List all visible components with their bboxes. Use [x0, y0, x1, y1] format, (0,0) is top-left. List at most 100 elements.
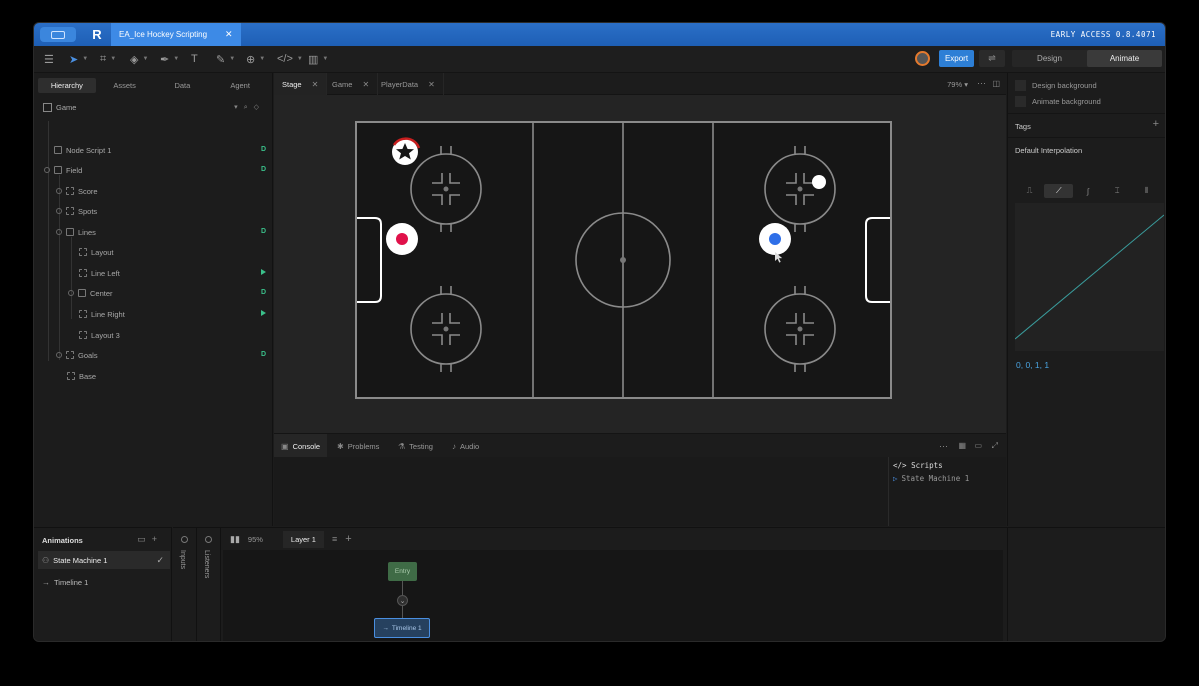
add-animation-icon[interactable]: + [152, 534, 163, 544]
share-icon[interactable]: ⇌ [979, 50, 1005, 67]
expand-toggle-icon[interactable] [56, 208, 62, 214]
layers-list-icon[interactable]: ≡ [332, 534, 337, 544]
tab-game[interactable]: Game ✕ [324, 73, 379, 95]
file-tab[interactable]: EA_Ice Hockey Scripting ✕ [111, 23, 241, 46]
hold-interpolation-icon[interactable]: ⎍ [1015, 184, 1044, 198]
close-icon[interactable]: ✕ [362, 80, 369, 89]
elastic-interpolation-icon[interactable]: ⌶ [1103, 184, 1132, 198]
user-avatar[interactable] [915, 51, 930, 66]
app-logo-icon[interactable]: R [89, 27, 105, 43]
tree-item[interactable]: Center [68, 286, 113, 300]
folder-icon[interactable]: ▭ [137, 534, 152, 544]
layout-tool-icon[interactable]: ▥ ▼ [308, 52, 328, 66]
tree-item[interactable]: Base [67, 369, 96, 383]
add-layer-icon[interactable]: + [345, 533, 351, 545]
tab-stage[interactable]: Stage ✕ [274, 73, 328, 95]
tree-item[interactable]: Layout [79, 245, 114, 259]
window-menu-button[interactable] [40, 27, 76, 42]
more-icon[interactable]: ⋯ [939, 441, 948, 452]
hierarchy-root[interactable]: Game ▾⌕◇ [43, 101, 265, 113]
hierarchy-panel: Hierarchy Assets Data Agent Game ▾⌕◇ Nod… [34, 73, 273, 526]
zoom-dropdown[interactable]: 79% ▾ [947, 80, 968, 89]
tree-item[interactable]: Goals [56, 348, 98, 362]
code-tool-icon[interactable]: </> ▼ [277, 52, 303, 66]
root-label: Game [56, 102, 77, 112]
tree-item-label: Line Left [91, 268, 120, 278]
expand-toggle-icon[interactable] [68, 290, 74, 296]
cubic-interpolation-icon[interactable]: ∫ [1073, 184, 1102, 198]
chevron-down-icon[interactable]: ▾ [234, 104, 244, 111]
console-output[interactable]: </> Scripts ▷ State Machine 1 [274, 457, 1006, 526]
expand-toggle-icon[interactable] [44, 167, 50, 173]
select-tool-icon[interactable]: ➤ ▼ [69, 52, 88, 66]
close-tab-icon[interactable]: ✕ [225, 29, 233, 40]
bone-tool-icon[interactable]: ✎ ▼ [216, 52, 235, 66]
animation-item[interactable]: → Timeline 1 [38, 573, 170, 591]
expand-toggle-icon[interactable] [56, 188, 62, 194]
scripts-item[interactable]: ▷ State Machine 1 [889, 474, 1006, 483]
linear-interpolation-icon[interactable]: ⟋ [1044, 184, 1074, 198]
color-swatch[interactable] [1015, 96, 1026, 107]
collapse-icon[interactable] [205, 536, 212, 543]
tree-item[interactable]: Field [44, 163, 82, 177]
close-icon[interactable]: ✕ [312, 80, 319, 89]
search-icon[interactable]: ⌕ [244, 104, 254, 111]
shape-tool-icon[interactable]: ◈ ▼ [130, 52, 148, 66]
design-mode-button[interactable]: Design [1012, 50, 1087, 67]
tab-audio[interactable]: ♪ Audio [445, 434, 486, 458]
listeners-strip[interactable]: Listeners [197, 527, 221, 641]
expand-icon[interactable]: ⤢ [992, 441, 998, 451]
add-tag-icon[interactable]: + [1153, 118, 1159, 130]
inputs-strip[interactable]: Inputs [173, 527, 197, 641]
tab-playerdata[interactable]: PlayerData ✕ [373, 73, 444, 95]
tab-hierarchy[interactable]: Hierarchy [38, 78, 96, 93]
state-graph-canvas[interactable]: Entry ⌄ → Timeline 1 [223, 550, 1003, 641]
frame-tool-icon[interactable]: ⌗ ▼ [100, 52, 116, 66]
tree-item[interactable]: Lines [56, 225, 96, 239]
tree-item[interactable]: Score [56, 184, 98, 198]
tree-item[interactable]: Line Right [79, 307, 125, 321]
design-background-row[interactable]: Design background [1015, 79, 1097, 92]
expand-toggle-icon[interactable] [56, 229, 62, 235]
pause-icon[interactable]: ▮▮ [230, 534, 240, 545]
text-tool-icon[interactable]: T [191, 52, 198, 66]
animate-background-row[interactable]: Animate background [1015, 95, 1101, 108]
export-button[interactable]: Export [939, 50, 974, 67]
more-icon[interactable]: ⋯ [977, 78, 986, 89]
console-icon: ▣ [281, 441, 289, 451]
animation-item[interactable]: ⚇ State Machine 1 ✓ [38, 551, 170, 569]
timeline-node[interactable]: → Timeline 1 [374, 618, 430, 638]
tab-testing[interactable]: ⚗ Testing [391, 434, 440, 458]
hamburger-menu-icon[interactable]: ☰ [44, 52, 54, 66]
tab-console[interactable]: ▣ Console [274, 434, 328, 458]
listeners-label: Listeners [203, 550, 210, 579]
split-view-icon[interactable]: ◫ [992, 79, 1000, 88]
tag-icon[interactable]: ◇ [254, 104, 265, 111]
color-swatch[interactable] [1015, 80, 1026, 91]
panel-icon[interactable]: ▭ [974, 441, 982, 450]
stage-canvas[interactable] [274, 95, 1006, 433]
tab-assets[interactable]: Assets [96, 78, 154, 93]
custom-interpolation-icon[interactable]: ⫴ [1132, 184, 1161, 198]
pen-tool-icon[interactable]: ✒ ▼ [160, 52, 179, 66]
tab-problems[interactable]: ✱ Problems [330, 434, 386, 458]
close-icon[interactable]: ✕ [428, 80, 435, 89]
collapse-icon[interactable] [181, 536, 188, 543]
layer-tab[interactable]: Layer 1 [282, 530, 324, 548]
hockey-rink[interactable] [355, 121, 892, 399]
animations-title: Animations [42, 536, 83, 545]
expand-toggle-icon[interactable] [56, 352, 62, 358]
entry-node[interactable]: Entry [388, 562, 417, 581]
tab-agent[interactable]: Agent [211, 78, 269, 93]
tree-item[interactable]: Layout 3 [79, 328, 120, 342]
grid-icon[interactable]: ▦ [958, 441, 966, 450]
tree-item[interactable]: Node Script 1 [54, 143, 111, 157]
component-tool-icon[interactable]: ⊕ ▼ [246, 52, 265, 66]
sm-zoom[interactable]: 95% [248, 535, 263, 544]
tab-data[interactable]: Data [154, 78, 212, 93]
interpolation-curve[interactable] [1014, 203, 1165, 351]
transition-chevron-icon[interactable]: ⌄ [397, 595, 408, 606]
tree-item[interactable]: Spots [56, 204, 97, 218]
animate-mode-button[interactable]: Animate [1087, 50, 1162, 67]
tree-item[interactable]: Line Left [79, 266, 120, 280]
